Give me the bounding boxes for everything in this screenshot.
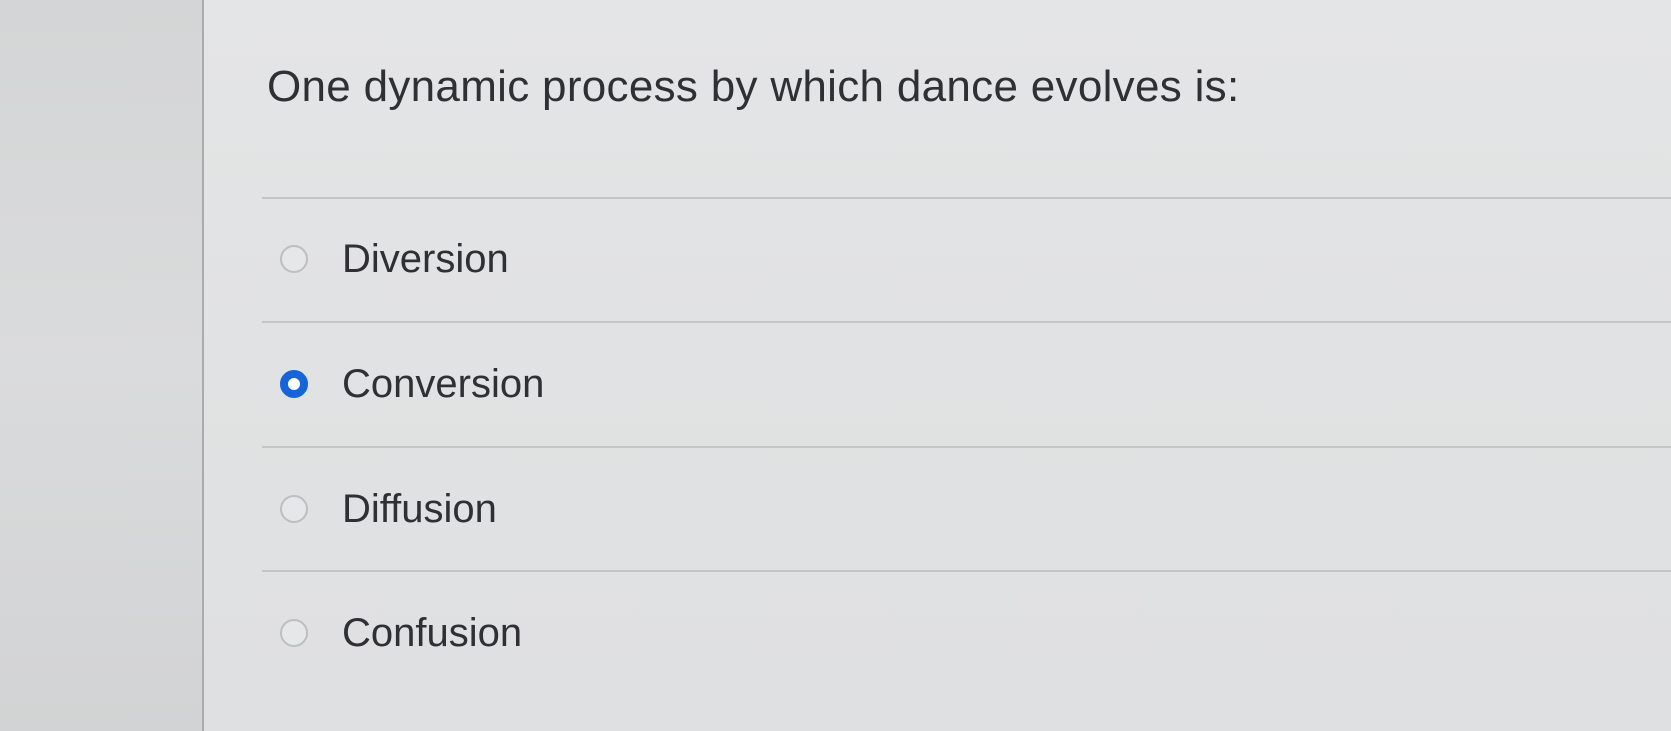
question-text: One dynamic process by which dance evolv… [267, 62, 1240, 111]
radio-button[interactable] [280, 619, 308, 647]
option-conversion[interactable]: Conversion [280, 352, 544, 416]
option-diffusion[interactable]: Diffusion [280, 477, 497, 541]
radio-button[interactable] [280, 495, 308, 523]
option-diversion[interactable]: Diversion [280, 227, 509, 291]
divider [262, 197, 1671, 199]
divider [262, 321, 1671, 323]
option-label: Diffusion [342, 486, 497, 531]
option-label: Conversion [342, 361, 545, 406]
option-label: Confusion [342, 610, 523, 655]
option-label: Diversion [342, 236, 509, 281]
divider [262, 570, 1671, 572]
divider [262, 446, 1671, 448]
option-confusion[interactable]: Confusion [280, 601, 522, 665]
radio-button-selected[interactable] [280, 370, 308, 398]
left-margin [0, 0, 203, 731]
radio-button[interactable] [280, 245, 308, 273]
